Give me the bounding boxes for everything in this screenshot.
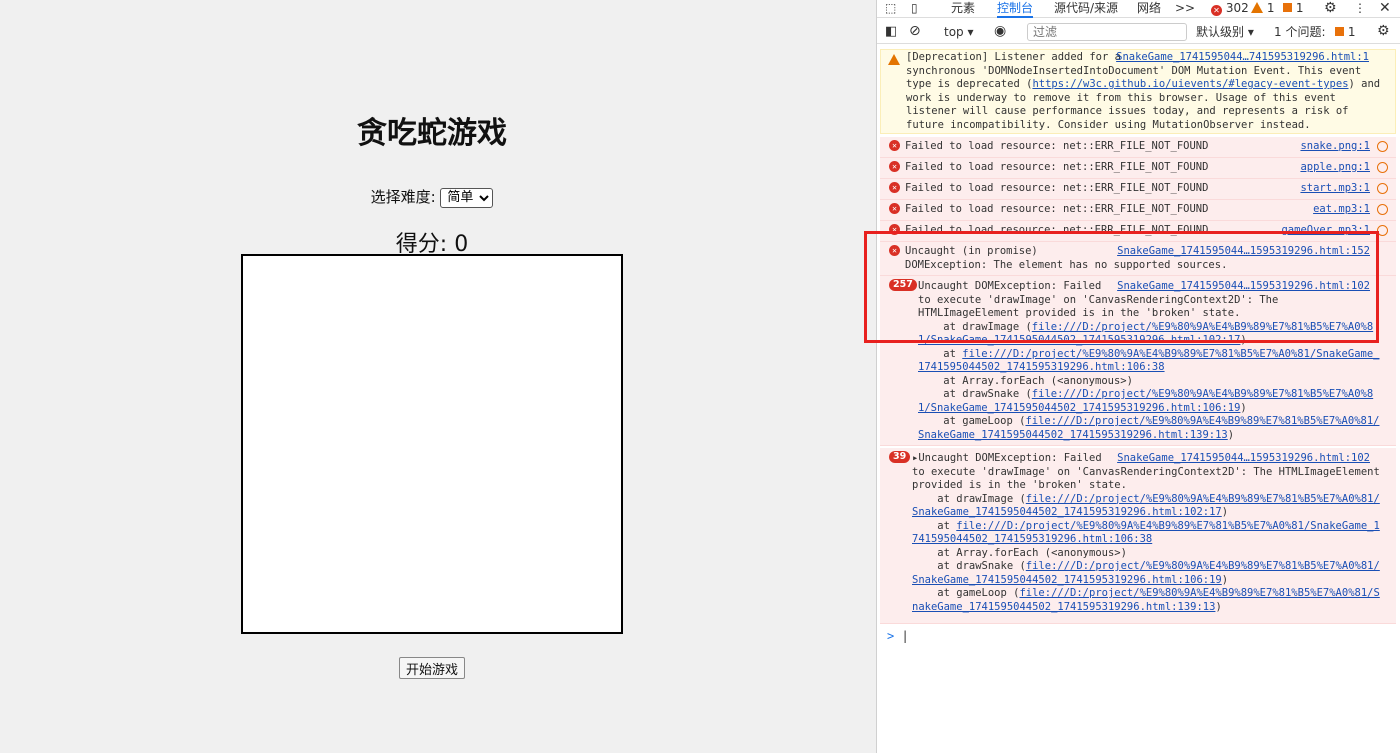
issue-flag-icon: [1335, 27, 1344, 36]
console-filter-input[interactable]: [1027, 23, 1187, 41]
network-request-icon[interactable]: [1377, 162, 1388, 173]
inspect-element-icon[interactable]: ⬚: [885, 0, 896, 18]
error-source-link[interactable]: eat.mp3:1: [1313, 203, 1370, 217]
console-toolbar: ◧ ⊘ top ▾ ◉ 默认级别 ▾ 1 个问题: 1 ⚙: [877, 20, 1400, 44]
error-counter[interactable]: ✕ 302: [1211, 0, 1249, 18]
error-icon: ✕: [889, 182, 900, 193]
console-settings-gear-icon[interactable]: ⚙: [1377, 23, 1390, 41]
deprecation-link[interactable]: https://w3c.github.io/uievents/#legacy-e…: [1032, 78, 1348, 90]
difficulty-row: 选择难度: 简单: [0, 186, 864, 208]
console-error-message: ✕ Failed to load resource: net::ERR_FILE…: [880, 179, 1396, 200]
warning-count: 1: [1266, 1, 1275, 15]
warning-counter[interactable]: 1: [1251, 0, 1274, 18]
issues-button[interactable]: 1: [1335, 24, 1355, 42]
live-expression-eye-icon[interactable]: ◉: [994, 23, 1006, 41]
devtools-panel: ⬚ ▯ 元素 控制台 源代码/来源 网络 >> ✕ 302 1 1 ⚙ ⋮ ✕ …: [876, 0, 1400, 753]
stack-link[interactable]: file:///D:/project/%E9%80%9A%E4%B9%89%E7…: [1032, 388, 1373, 400]
tab-console[interactable]: 控制台: [997, 0, 1034, 18]
error-text: Failed to load resource: net::ERR_FILE_N…: [905, 182, 1209, 194]
issue-counter[interactable]: 1: [1283, 0, 1303, 18]
page-title: 贪吃蛇游戏: [357, 116, 507, 151]
more-tabs-button[interactable]: >>: [1175, 0, 1195, 18]
error-text: Failed to load resource: net::ERR_FILE_N…: [905, 161, 1209, 173]
error-count: 302: [1225, 1, 1249, 15]
error-text: ▸Uncaught DOMException: Failed to execut…: [912, 452, 1380, 613]
devtools-tabbar: ⬚ ▯ 元素 控制台 源代码/来源 网络 >> ✕ 302 1 1 ⚙ ⋮ ✕: [877, 0, 1400, 18]
network-request-icon[interactable]: [1377, 183, 1388, 194]
stack-link[interactable]: nakeGame_1741595044502_1741595319296.htm…: [912, 601, 1215, 613]
stack-link[interactable]: 1741595044502_1741595319296.html:106:38: [918, 361, 1165, 373]
error-icon: ✕: [1211, 5, 1222, 16]
error-source-link[interactable]: SnakeGame_1741595044…1595319296.html:102: [1117, 452, 1370, 466]
console-error-message: ✕ Failed to load resource: net::ERR_FILE…: [880, 137, 1396, 158]
console-error-message: ✕ Failed to load resource: net::ERR_FILE…: [880, 200, 1396, 221]
settings-gear-icon[interactable]: ⚙: [1324, 0, 1337, 18]
network-request-icon[interactable]: [1377, 204, 1388, 215]
error-source-link[interactable]: apple.png:1: [1300, 161, 1370, 175]
annotation-highlight-box: [864, 231, 1379, 343]
stack-link[interactable]: SnakeGame_1741595044502_1741595319296.ht…: [912, 506, 1222, 518]
tab-elements[interactable]: 元素: [951, 0, 975, 18]
error-text: Failed to load resource: net::ERR_FILE_N…: [905, 203, 1209, 215]
console-warning-message: [Deprecation] Listener added for a synch…: [880, 49, 1396, 134]
console-error-message: 39 ▸Uncaught DOMException: Failed to exe…: [880, 448, 1396, 624]
error-icon: ✕: [889, 161, 900, 172]
difficulty-label: 选择难度:: [370, 188, 436, 206]
error-icon: ✕: [889, 140, 900, 151]
console-prompt[interactable]: > |: [887, 629, 909, 644]
warning-icon: [1251, 2, 1263, 13]
stack-link[interactable]: file:///D:/project/%E9%80%9A%E4%B9%89%E7…: [1025, 415, 1379, 427]
context-selector[interactable]: top ▾: [944, 24, 974, 42]
kebab-menu-icon[interactable]: ⋮: [1354, 0, 1366, 18]
sidebar-toggle-icon[interactable]: ◧: [885, 24, 897, 42]
stack-link[interactable]: file:///D:/project/%E9%80%9A%E4%B9%89%E7…: [1026, 493, 1380, 505]
issues-label: 1 个问题:: [1274, 25, 1326, 39]
console-error-message: ✕ Failed to load resource: net::ERR_FILE…: [880, 158, 1396, 179]
warning-source-link[interactable]: SnakeGame_1741595044…741595319296.html:1: [1116, 51, 1369, 65]
clear-console-icon[interactable]: ⊘: [909, 23, 921, 41]
stack-link[interactable]: 1/SnakeGame_1741595044502_1741595319296.…: [918, 402, 1240, 414]
game-page: 贪吃蛇游戏 选择难度: 简单 得分: 0 开始游戏: [0, 0, 876, 753]
issues-count: 1: [1347, 25, 1356, 39]
network-request-icon[interactable]: [1377, 141, 1388, 152]
difficulty-select[interactable]: 简单: [440, 187, 494, 208]
log-levels-label: 默认级别: [1196, 25, 1245, 39]
close-icon[interactable]: ✕: [1379, 0, 1391, 18]
context-label: top: [944, 25, 964, 39]
stack-link[interactable]: SnakeGame_1741595044502_1741595319296.ht…: [912, 574, 1222, 586]
error-text: Failed to load resource: net::ERR_FILE_N…: [905, 140, 1209, 152]
tab-sources[interactable]: 源代码/来源: [1054, 0, 1118, 18]
issue-count: 1: [1295, 1, 1304, 15]
device-toolbar-icon[interactable]: ▯: [911, 0, 918, 18]
error-source-link[interactable]: start.mp3:1: [1300, 182, 1370, 196]
error-source-link[interactable]: snake.png:1: [1300, 140, 1370, 154]
stack-link[interactable]: file:///D:/project/%E9%80%9A%E4%B9%89%E7…: [1026, 560, 1380, 572]
tab-network[interactable]: 网络: [1137, 0, 1161, 18]
repeat-count-badge: 39: [889, 451, 911, 463]
stack-link[interactable]: file:///D:/project/%E9%80%9A%E4%B9%89%E7…: [1019, 587, 1379, 599]
console-output: [Deprecation] Listener added for a synch…: [877, 46, 1400, 753]
warning-icon: [888, 54, 900, 65]
log-levels-dropdown[interactable]: 默认级别 ▾: [1196, 24, 1254, 42]
stack-link[interactable]: file:///D:/project/%E9%80%9A%E4%B9%89%E7…: [962, 348, 1379, 360]
stack-link[interactable]: file:///D:/project/%E9%80%9A%E4%B9%89%E7…: [956, 520, 1380, 532]
stack-link[interactable]: SnakeGame_1741595044502_1741595319296.ht…: [918, 429, 1228, 441]
issue-flag-icon: [1283, 3, 1292, 12]
error-icon: ✕: [889, 203, 900, 214]
start-game-button[interactable]: 开始游戏: [399, 657, 465, 679]
stack-link[interactable]: 741595044502_1741595319296.html:106:38: [912, 533, 1152, 545]
game-canvas[interactable]: [241, 254, 623, 634]
